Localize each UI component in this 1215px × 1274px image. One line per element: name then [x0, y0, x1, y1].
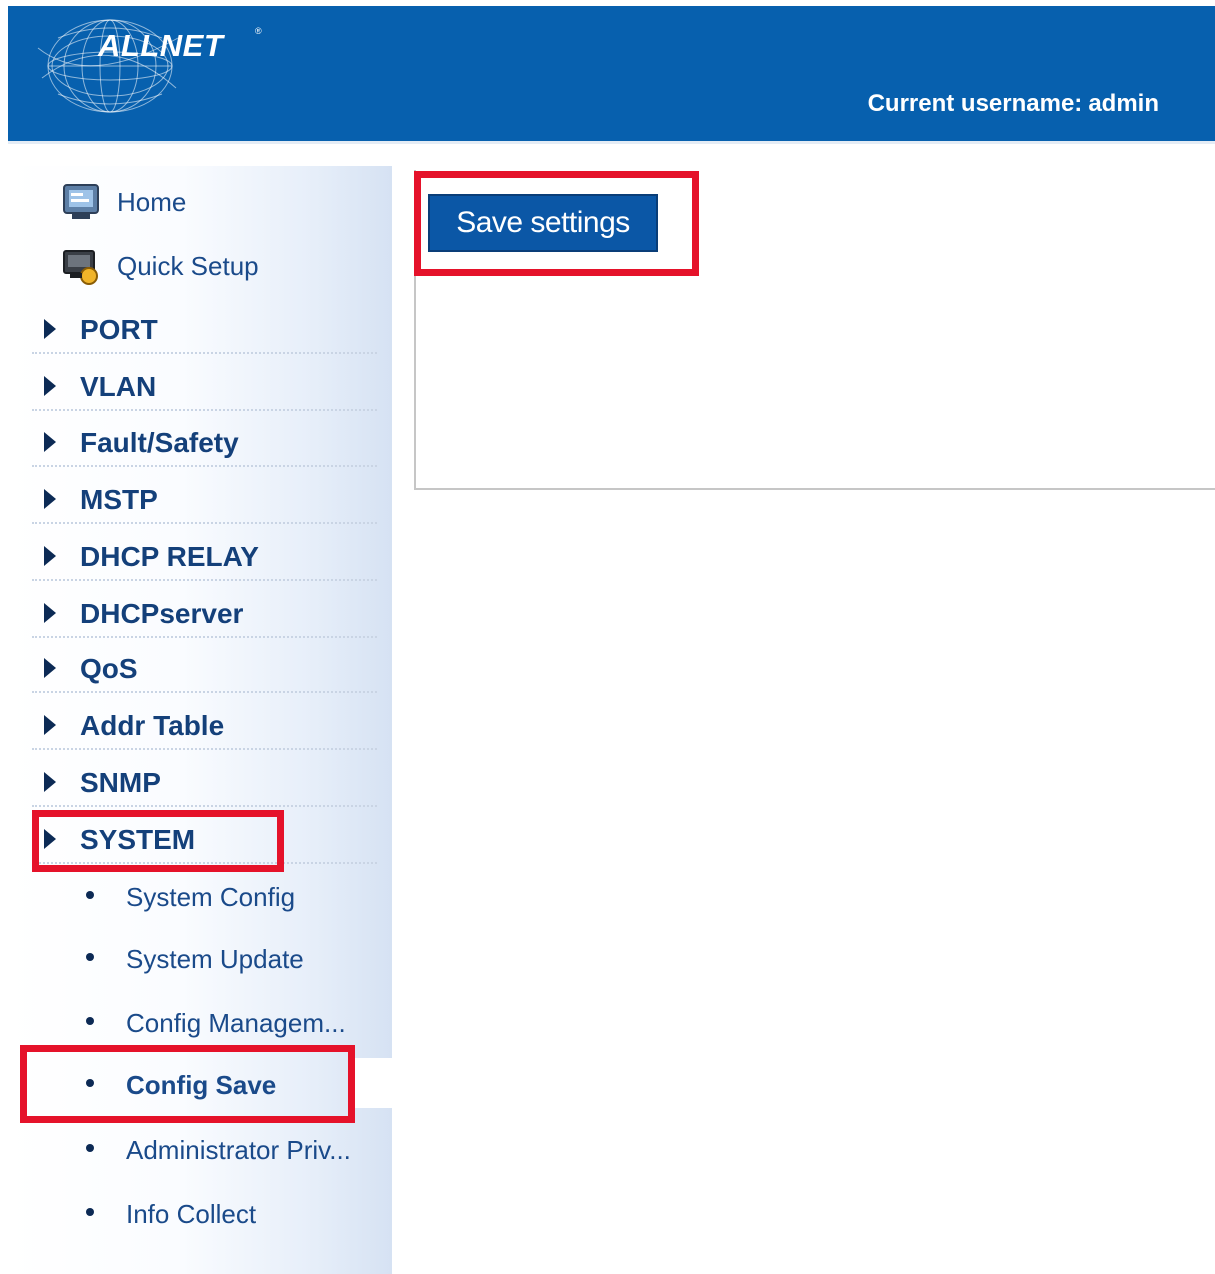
chevron-right-icon [44, 319, 56, 339]
submenu-item-system-update[interactable]: System Update [66, 936, 356, 982]
chevron-right-icon [44, 376, 56, 396]
save-settings-button[interactable]: Save settings [428, 194, 658, 252]
sidebar-item-label: PORT [80, 314, 158, 345]
sidebar-item-fault-safety[interactable]: Fault/Safety [32, 421, 377, 467]
submenu-item-administrator-privilege[interactable]: Administrator Priv... [66, 1127, 356, 1173]
sidebar-item-qos[interactable]: QoS [32, 647, 377, 693]
bullet-icon [86, 1079, 94, 1087]
sidebar-item-label: QoS [80, 653, 138, 684]
sidebar-item-quick-setup[interactable]: Quick Setup [62, 244, 259, 288]
submenu-item-label: Info Collect [126, 1199, 257, 1229]
submenu-item-label: Administrator Priv... [126, 1135, 351, 1165]
sidebar-item-home[interactable]: Home [62, 180, 186, 224]
submenu-item-label: Config Save [126, 1070, 277, 1100]
home-computer-icon [63, 184, 99, 219]
username-value: admin [1088, 90, 1159, 117]
sidebar-item-mstp[interactable]: MSTP [32, 478, 377, 524]
sidebar-item-label: Home [117, 186, 187, 217]
chevron-right-icon [44, 772, 56, 792]
sidebar-item-label: MSTP [80, 484, 158, 515]
chevron-right-icon [44, 658, 56, 678]
sidebar-item-dhcpserver[interactable]: DHCPserver [32, 592, 377, 638]
header-divider [8, 141, 1215, 144]
chevron-right-icon [44, 489, 56, 509]
sidebar-item-vlan[interactable]: VLAN [32, 365, 377, 411]
username-label: Current username: [867, 90, 1083, 117]
submenu-item-config-management[interactable]: Config Managem... [66, 1000, 356, 1046]
active-item-background [354, 1058, 408, 1108]
bullet-icon [86, 953, 94, 961]
submenu-item-info-collect[interactable]: Info Collect [66, 1191, 356, 1237]
bullet-icon [86, 1144, 94, 1152]
sidebar-item-dhcp-relay[interactable]: DHCP RELAY [32, 535, 377, 581]
sidebar-item-label: Quick Setup [117, 250, 259, 281]
chevron-right-icon [44, 829, 56, 849]
sidebar-item-snmp[interactable]: SNMP [32, 761, 377, 807]
quick-setup-icon [63, 250, 98, 285]
chevron-right-icon [44, 715, 56, 735]
sidebar-item-label: SNMP [80, 767, 161, 798]
current-username: Current username: admin [868, 90, 1159, 118]
submenu-item-label: System Update [126, 944, 304, 974]
sidebar-item-system[interactable]: SYSTEM [32, 818, 377, 864]
sidebar-item-label: VLAN [80, 371, 157, 402]
sidebar-item-label: Fault/Safety [80, 427, 239, 458]
submenu-item-label: System Config [126, 882, 296, 912]
bullet-icon [86, 891, 94, 899]
submenu-item-label: Config Managem... [126, 1008, 346, 1038]
sidebar-item-label: Addr Table [80, 710, 225, 741]
sidebar-item-label: DHCPserver [80, 598, 244, 629]
submenu-item-system-config[interactable]: System Config [66, 874, 356, 920]
sidebar-item-addr-table[interactable]: Addr Table [32, 704, 377, 750]
submenu-item-config-save[interactable]: Config Save [66, 1062, 356, 1108]
sidebar-item-port[interactable]: PORT [32, 308, 377, 354]
chevron-right-icon [44, 603, 56, 623]
sidebar-item-label: DHCP RELAY [80, 541, 259, 572]
page: ALLNET ® Current username: admin Home Qui… [0, 0, 1215, 1274]
bullet-icon [86, 1208, 94, 1216]
brand-logo: ALLNET [98, 28, 224, 63]
sidebar-item-label: SYSTEM [80, 824, 196, 855]
header-bar: ALLNET ® Current username: admin [8, 6, 1215, 141]
bullet-icon [86, 1017, 94, 1025]
chevron-right-icon [44, 432, 56, 452]
chevron-right-icon [44, 546, 56, 566]
registered-mark: ® [255, 26, 262, 36]
